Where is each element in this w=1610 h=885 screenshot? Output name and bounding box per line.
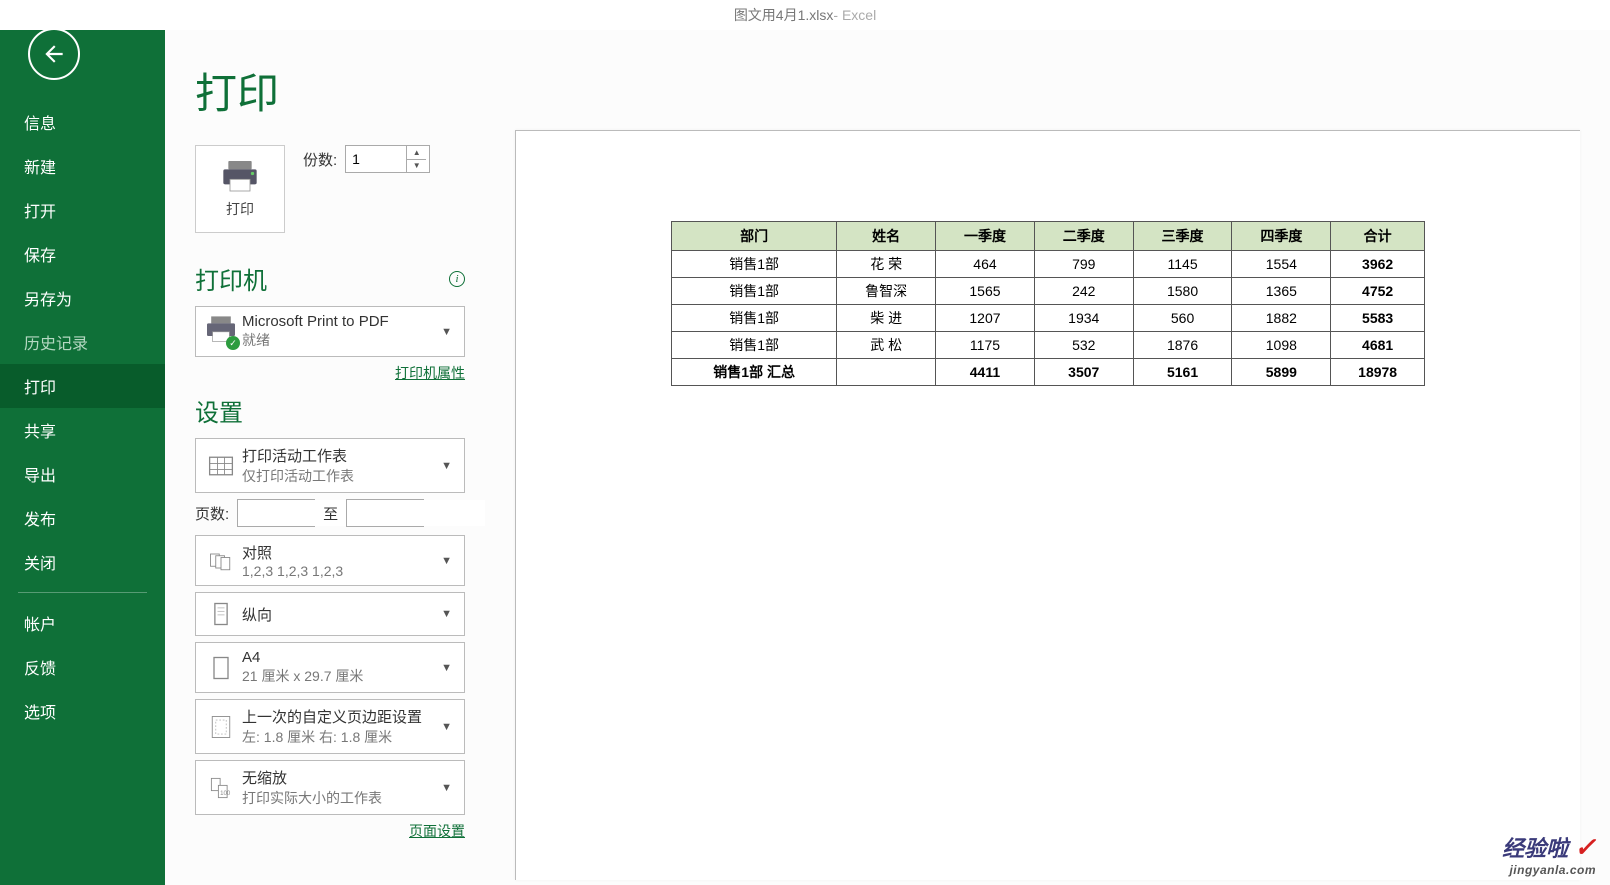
nav-print[interactable]: 打印 xyxy=(0,364,165,408)
preview-data-table: 部门姓名一季度二季度三季度四季度合计 销售1部花 荣46479911451554… xyxy=(671,221,1425,386)
printer-dropdown[interactable]: ✓ Microsoft Print to PDF 就绪 ▼ xyxy=(195,306,465,357)
watermark: 经验啦 ✓ jingyanla.com xyxy=(1502,831,1596,877)
nav-divider xyxy=(18,592,147,593)
nav-open[interactable]: 打开 xyxy=(0,188,165,232)
scale-icon: 100 xyxy=(207,774,235,802)
chevron-down-icon: ▼ xyxy=(437,608,456,620)
title-bar: 图文用4月1.xlsx - Excel xyxy=(0,0,1610,30)
nav-account[interactable]: 帐户 xyxy=(0,601,165,645)
file-name: 图文用4月1.xlsx xyxy=(734,5,834,25)
arrow-left-icon xyxy=(41,41,67,67)
nav-export[interactable]: 导出 xyxy=(0,452,165,496)
nav-feedback[interactable]: 反馈 xyxy=(0,645,165,689)
printer-section-title: 打印机 i xyxy=(195,261,465,296)
copies-label: 份数: xyxy=(303,149,337,170)
paper-size-dropdown[interactable]: A4 21 厘米 x 29.7 厘米 ▼ xyxy=(195,642,465,693)
chevron-down-icon: ▼ xyxy=(437,326,456,338)
portrait-icon xyxy=(207,600,235,628)
page-from-input[interactable]: ▲▼ xyxy=(237,499,315,527)
margins-dropdown[interactable]: 上一次的自定义页边距设置 左: 1.8 厘米 右: 1.8 厘米 ▼ xyxy=(195,699,465,754)
chevron-down-icon: ▼ xyxy=(437,721,456,733)
collate-dropdown[interactable]: 对照 1,2,3 1,2,3 1,2,3 ▼ xyxy=(195,535,465,586)
page-icon xyxy=(207,654,235,682)
printer-icon xyxy=(220,159,260,193)
printer-name: Microsoft Print to PDF xyxy=(242,313,437,330)
svg-text:100: 100 xyxy=(220,790,231,797)
main-content: 打印 打印 份数: ▲ ▼ xyxy=(165,0,1610,885)
nav-info[interactable]: 信息 xyxy=(0,100,165,144)
nav-options[interactable]: 选项 xyxy=(0,689,165,733)
worksheet-icon xyxy=(207,452,235,480)
print-button-label: 打印 xyxy=(226,199,254,219)
chevron-down-icon: ▼ xyxy=(437,782,456,794)
collate-icon xyxy=(207,547,235,575)
pages-to-label: 至 xyxy=(323,503,338,524)
nav-new[interactable]: 新建 xyxy=(0,144,165,188)
margins-icon xyxy=(207,713,235,741)
nav-save[interactable]: 保存 xyxy=(0,232,165,276)
print-what-dropdown[interactable]: 打印活动工作表 仅打印活动工作表 ▼ xyxy=(195,438,465,493)
settings-section-title: 设置 xyxy=(195,393,465,428)
printer-properties-link[interactable]: 打印机属性 xyxy=(395,365,465,381)
printer-status: 就绪 xyxy=(242,330,437,350)
back-button[interactable] xyxy=(28,28,80,80)
info-icon[interactable]: i xyxy=(449,271,465,287)
nav-history: 历史记录 xyxy=(0,320,165,364)
nav-saveas[interactable]: 另存为 xyxy=(0,276,165,320)
scaling-dropdown[interactable]: 100 无缩放 打印实际大小的工作表 ▼ xyxy=(195,760,465,815)
backstage-sidebar: 信息 新建 打开 保存 另存为 历史记录 打印 共享 导出 发布 关闭 帐户 反… xyxy=(0,0,165,885)
print-settings-column: 打印 打印 份数: ▲ ▼ xyxy=(165,0,485,885)
print-preview: 部门姓名一季度二季度三季度四季度合计 销售1部花 荣46479911451554… xyxy=(485,0,1610,885)
print-button[interactable]: 打印 xyxy=(195,145,285,233)
copies-down[interactable]: ▼ xyxy=(407,160,426,173)
copies-up[interactable]: ▲ xyxy=(407,146,426,160)
nav-share[interactable]: 共享 xyxy=(0,408,165,452)
pages-label: 页数: xyxy=(195,503,229,524)
orientation-dropdown[interactable]: 纵向 ▼ xyxy=(195,592,465,636)
copies-input[interactable] xyxy=(346,146,406,172)
nav-publish[interactable]: 发布 xyxy=(0,496,165,540)
page-title: 打印 xyxy=(195,60,465,121)
page-to-input[interactable]: ▲▼ xyxy=(346,499,424,527)
chevron-down-icon: ▼ xyxy=(437,555,456,567)
copies-spinner[interactable]: ▲ ▼ xyxy=(345,145,430,173)
chevron-down-icon: ▼ xyxy=(437,662,456,674)
preview-page: 部门姓名一季度二季度三季度四季度合计 销售1部花 荣46479911451554… xyxy=(515,130,1580,880)
page-setup-link[interactable]: 页面设置 xyxy=(409,823,465,839)
printer-status-ok-icon: ✓ xyxy=(226,336,240,350)
nav-close[interactable]: 关闭 xyxy=(0,540,165,584)
app-name: - Excel xyxy=(833,7,876,23)
chevron-down-icon: ▼ xyxy=(437,460,456,472)
